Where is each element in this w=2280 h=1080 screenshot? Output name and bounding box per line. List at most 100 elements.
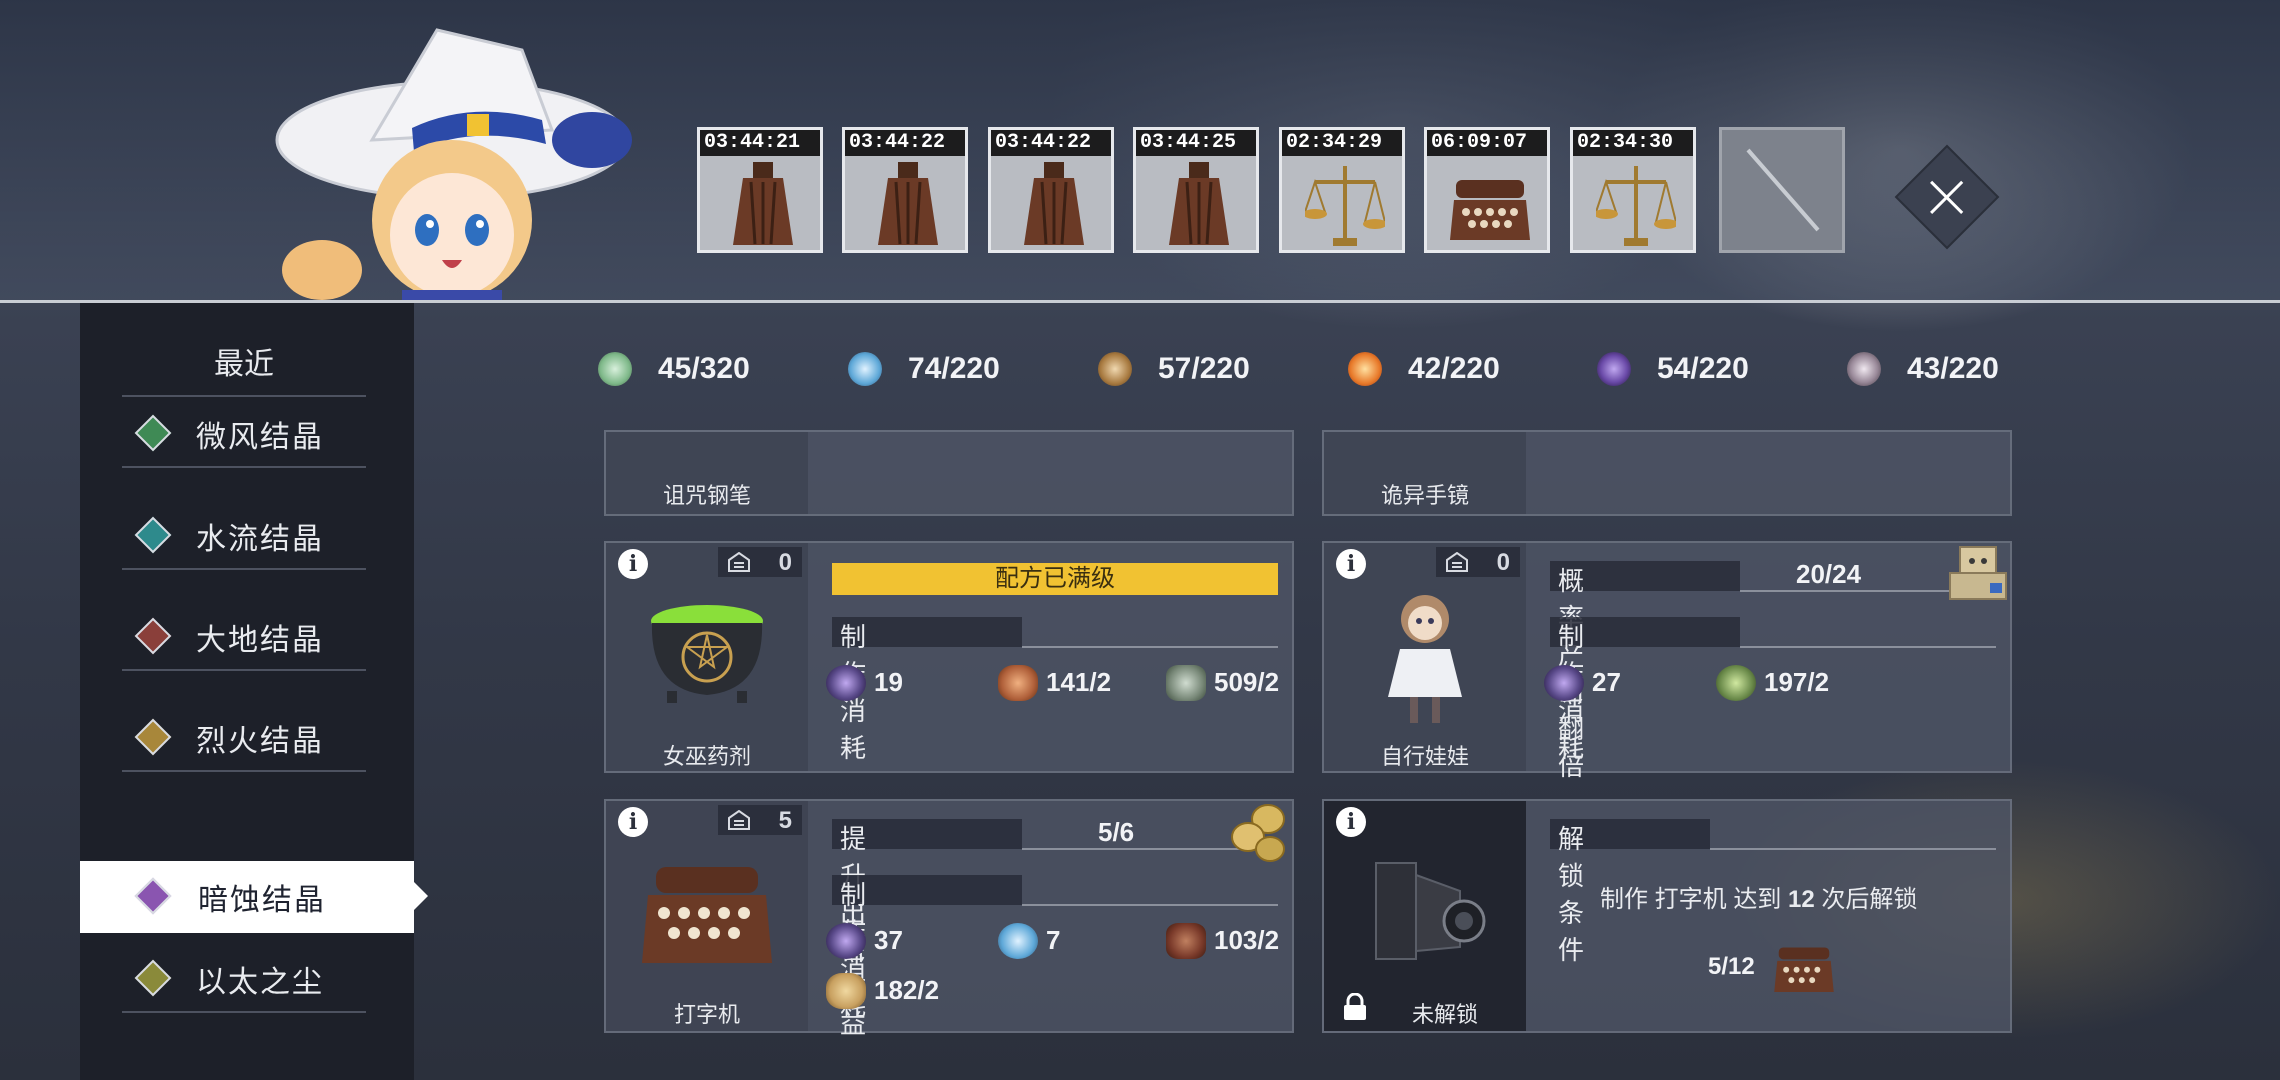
sidebar-item-earth-crystal[interactable]: 大地结晶: [122, 601, 366, 671]
recipe-card-witch-potion[interactable]: i 0 女巫药剂 配方已满级 制作消耗 19 141/2 509/2: [604, 541, 1294, 773]
category-sidebar: 最近 微风结晶 水流结晶 大地结晶 烈火结晶 暗蚀结晶 以太之尘: [80, 303, 428, 1080]
scales-icon: [1596, 166, 1676, 246]
sidebar-item-label: 大地结晶: [196, 624, 324, 657]
ether-dust-icon: [134, 959, 172, 997]
currency-value: 74/220: [908, 352, 1000, 385]
material-qty: 7: [1046, 925, 1061, 955]
stock-count: 0: [1436, 547, 1520, 577]
material-qty: 141/2: [1046, 667, 1112, 697]
craft-slot-7[interactable]: 02:34:30: [1570, 127, 1696, 253]
material-qty: 37: [874, 925, 903, 955]
tassel-icon: [1169, 162, 1229, 245]
warehouse-icon: [728, 810, 750, 830]
sidebar-item-breeze-crystal[interactable]: 微风结晶: [122, 398, 366, 468]
material-qty: 27: [1592, 667, 1621, 697]
slot-timer: 03:44:25: [1136, 130, 1256, 156]
dark-crystal-icon: [134, 877, 172, 915]
recipe-card-camera-locked[interactable]: i 未解锁 解锁条件 制作 打字机 达到 12 次后解锁 5/12: [1322, 799, 2012, 1033]
recipe-card-cursed-pen[interactable]: 诅咒钢笔: [604, 430, 1294, 516]
info-icon[interactable]: i: [618, 549, 648, 579]
earth-orb-icon: [1098, 352, 1132, 386]
stock-count: 0: [718, 547, 802, 577]
tassel-icon: [878, 162, 938, 245]
section-line: [1022, 646, 1278, 648]
material-qty: 103/2: [1214, 925, 1280, 955]
breeze-crystal-icon: [134, 414, 172, 452]
info-icon[interactable]: i: [1336, 549, 1366, 579]
gear-part-icon: [1166, 923, 1206, 959]
scales-icon: [1305, 166, 1385, 246]
info-icon[interactable]: i: [1336, 807, 1366, 837]
sidebar-item-label: 以太之尘: [196, 966, 324, 999]
recipe-maxed-banner: 配方已满级: [832, 563, 1278, 595]
material-qty: 182/2: [874, 975, 940, 1005]
gold-coins-icon: [1231, 804, 1285, 862]
currency-value: 57/220: [1158, 352, 1250, 385]
craft-slot-3[interactable]: 03:44:22: [988, 127, 1114, 253]
item-name: 诅咒钢笔: [662, 483, 751, 508]
recipe-card-weird-mirror[interactable]: 诡异手镜: [1322, 430, 2012, 516]
camera-icon: [1375, 862, 1486, 960]
craft-slot-5[interactable]: 02:34:29: [1279, 127, 1405, 253]
currency-value: 42/220: [1408, 352, 1500, 385]
currency-value: 54/220: [1657, 352, 1749, 385]
slot-timer: 03:44:21: [700, 130, 820, 156]
doll-icon: [1388, 595, 1462, 723]
section-line: [1740, 646, 1996, 648]
section-line: [1022, 904, 1278, 906]
dark-orb-icon: [826, 923, 866, 959]
breeze-orb-icon: [598, 352, 632, 386]
sidebar-item-water-crystal[interactable]: 水流结晶: [122, 500, 366, 570]
typewriter-icon: [642, 867, 772, 963]
recipe-card-typewriter[interactable]: i 5 打字机 提升出售收益 5/6 制作消耗 37 7 103/2 182/2: [604, 799, 1294, 1039]
water-orb-icon: [998, 923, 1038, 959]
slot-timer: 06:09:07: [1427, 130, 1547, 156]
witch-character-portrait: [275, 28, 632, 302]
water-crystal-icon: [134, 516, 172, 554]
water-orb-icon: [848, 352, 882, 386]
stock-value: 5: [778, 807, 792, 834]
material-qty: 19: [874, 667, 903, 697]
sidebar-item-ether-dust[interactable]: 以太之尘: [122, 943, 366, 1013]
craft-slot-2[interactable]: 03:44:22: [842, 127, 968, 253]
slot-timer: 03:44:22: [845, 130, 965, 156]
typewriter-icon: [1450, 180, 1530, 240]
locked-label: 未解锁: [1411, 1002, 1478, 1027]
recipe-card-auto-doll[interactable]: i 0 自行娃娃 概率产出翻倍 20/24 制作消耗 27 197/2: [1322, 541, 2012, 781]
item-name: 打字机: [673, 1002, 740, 1027]
empty-craft-slot[interactable]: [1719, 127, 1845, 253]
craft-slot-1[interactable]: 03:44:21: [697, 127, 823, 253]
cauldron-icon: [651, 605, 763, 703]
fire-orb-icon: [1348, 352, 1382, 386]
sidebar-item-label: 微风结晶: [196, 421, 324, 454]
slot-timer: 02:34:29: [1282, 130, 1402, 156]
unlock-count: 12: [1788, 886, 1815, 913]
sidebar-item-dark-crystal[interactable]: 暗蚀结晶: [80, 861, 428, 933]
item-name: 自行娃娃: [1380, 744, 1469, 769]
currency-value: 45/320: [658, 352, 750, 385]
sidebar-item-fire-crystal[interactable]: 烈火结晶: [122, 702, 366, 772]
sidebar-item-label: 水流结晶: [196, 523, 324, 556]
craft-slot-4[interactable]: 03:44:25: [1133, 127, 1259, 253]
stock-value: 0: [778, 549, 792, 576]
bonus-progress: 20/24: [1796, 559, 1862, 589]
slot-timer: 02:34:30: [1573, 130, 1693, 156]
box-robot-icon: [1949, 546, 2007, 600]
currency-value: 43/220: [1907, 352, 1999, 385]
stock-value: 0: [1496, 549, 1510, 576]
tassel-icon: [1024, 162, 1084, 245]
craft-slot-6[interactable]: 06:09:07: [1424, 127, 1550, 253]
unlock-title: 解锁条件: [1558, 824, 1586, 965]
sidebar-header-recent[interactable]: 最近: [122, 339, 366, 397]
item-name: 女巫药剂: [662, 744, 751, 769]
unlock-prefix: 制作 打字机 达到: [1600, 886, 1789, 913]
material-qty: 509/2: [1214, 667, 1280, 697]
info-icon[interactable]: i: [618, 807, 648, 837]
dark-orb-icon: [1597, 352, 1631, 386]
unlock-requirement: 制作 打字机 达到 12 次后解锁: [1600, 879, 1917, 914]
typewriter-icon: [1774, 947, 1834, 993]
slot-timer: 03:44:22: [991, 130, 1111, 156]
unlock-suffix: 次后解锁: [1814, 886, 1918, 913]
ether-orb-icon: [1847, 352, 1881, 386]
warehouse-icon: [1446, 552, 1468, 572]
